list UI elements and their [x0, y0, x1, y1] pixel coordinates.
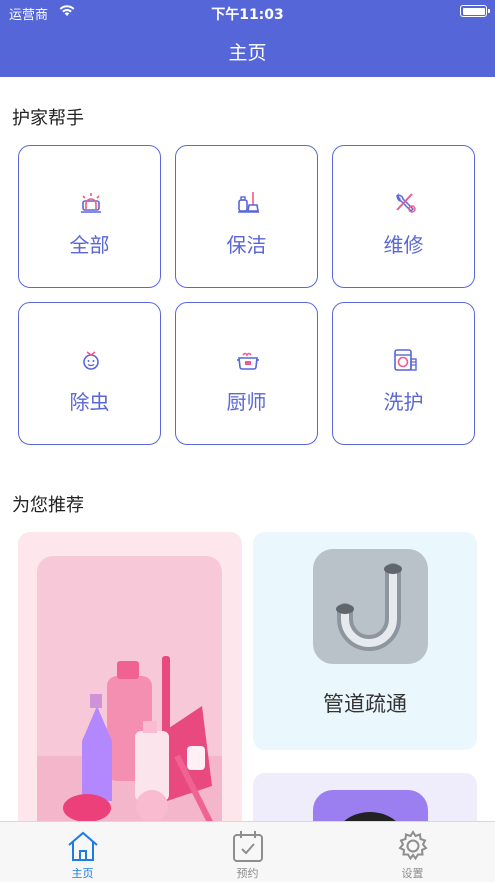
- status-bar: 运营商 下午11:03: [0, 0, 495, 26]
- section-title-helper: 护家帮手: [12, 108, 84, 129]
- category-card-laundry[interactable]: 洗护: [332, 302, 475, 445]
- category-card-chef[interactable]: 厨师: [175, 302, 318, 445]
- bug-icon: [83, 351, 99, 370]
- category-label: 保洁: [226, 233, 267, 257]
- category-label: 洗护: [383, 390, 424, 414]
- chef-pot-icon: [237, 352, 259, 370]
- category-label: 除虫: [69, 390, 110, 414]
- calendar-icon: [233, 831, 263, 862]
- washing-machine-icon: [394, 349, 417, 371]
- category-card-repair[interactable]: 维修: [332, 145, 475, 288]
- gear-icon: [398, 830, 428, 861]
- tab-label: 主页: [71, 867, 94, 880]
- category-card-pest[interactable]: 除虫: [18, 302, 161, 445]
- cleaning-icon: [238, 192, 259, 213]
- category-label: 厨师: [226, 390, 267, 414]
- category-label: 维修: [383, 233, 424, 257]
- repair-tools-icon: [395, 192, 416, 213]
- tab-home[interactable]: 主页: [0, 822, 165, 882]
- nav-header: 运营商 下午11:03 主页: [0, 0, 495, 77]
- tab-booking[interactable]: 预约: [165, 822, 330, 882]
- recommend-card-cleaning[interactable]: [18, 532, 242, 832]
- category-label: 全部: [69, 233, 110, 257]
- battery-icon: [460, 5, 490, 17]
- section-title-recommend: 为您推荐: [12, 495, 84, 516]
- tab-bar: 主页 预约 设置: [0, 821, 495, 882]
- tab-label: 设置: [401, 867, 424, 880]
- recommend-card-pipe[interactable]: 管道疏通: [253, 532, 477, 750]
- cleaning-supplies-photo: [37, 556, 222, 832]
- page-title: 主页: [228, 42, 267, 64]
- status-time: 下午11:03: [211, 7, 284, 23]
- tab-label: 预约: [236, 867, 259, 880]
- alarm-icon: [81, 193, 101, 213]
- category-card-cleaning[interactable]: 保洁: [175, 145, 318, 288]
- category-card-all[interactable]: 全部: [18, 145, 161, 288]
- tab-settings[interactable]: 设置: [330, 822, 495, 882]
- pipe-photo: [313, 549, 428, 664]
- home-icon: [68, 831, 98, 861]
- recommend-label: 管道疏通: [323, 692, 407, 716]
